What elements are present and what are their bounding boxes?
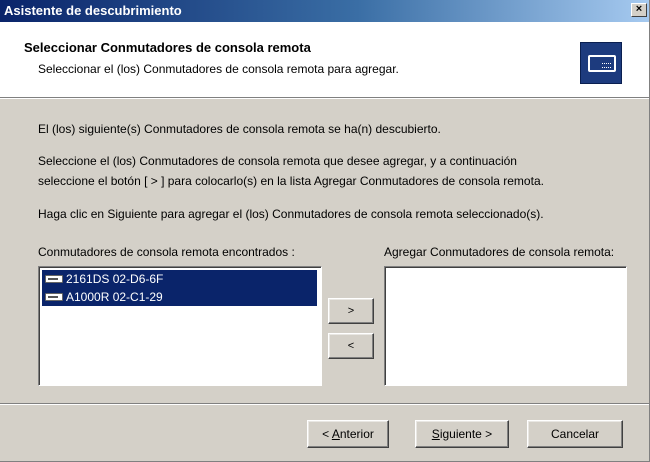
list-item[interactable]: 2161DS 02-D6-6F [42,270,317,288]
switch-device-icon [45,293,63,301]
title-bar[interactable]: Asistente de descubrimiento × [0,0,649,22]
next-instruction: Haga clic en Siguiente para agregar el (… [38,207,544,221]
close-button[interactable]: × [631,3,647,17]
found-switches-list[interactable]: 2161DS 02-D6-6F A1000R 02-C1-29 [38,266,322,386]
instruction-line-1: Seleccione el (los) Conmutadores de cons… [38,154,517,168]
footer-separator [0,403,649,405]
console-switch-icon [580,42,622,84]
next-button[interactable]: Siguiente > [415,420,509,448]
add-button[interactable]: > [328,298,374,324]
instruction-line-2: seleccione el botón [ > ] para colocarlo… [38,174,544,188]
add-list-label: Agregar Conmutadores de consola remota: [384,245,615,259]
window-title: Asistente de descubrimiento [4,3,182,18]
header-title: Seleccionar Conmutadores de consola remo… [24,40,311,55]
wizard-header: Seleccionar Conmutadores de consola remo… [0,22,649,99]
back-button[interactable]: < Anterior [307,420,389,448]
cancel-button[interactable]: Cancelar [527,420,623,448]
remove-button[interactable]: < [328,333,374,359]
discovered-message: El (los) siguiente(s) Conmutadores de co… [38,122,441,136]
list-item-label: A1000R 02-C1-29 [66,290,163,304]
found-list-label: Conmutadores de consola remota encontrad… [38,245,295,259]
wizard-window: Asistente de descubrimiento × Selecciona… [0,0,650,462]
switch-device-icon [45,275,63,283]
header-subtitle: Seleccionar el (los) Conmutadores de con… [38,62,399,76]
add-switches-list[interactable] [384,266,627,386]
list-item[interactable]: A1000R 02-C1-29 [42,288,317,306]
list-item-label: 2161DS 02-D6-6F [66,272,164,286]
